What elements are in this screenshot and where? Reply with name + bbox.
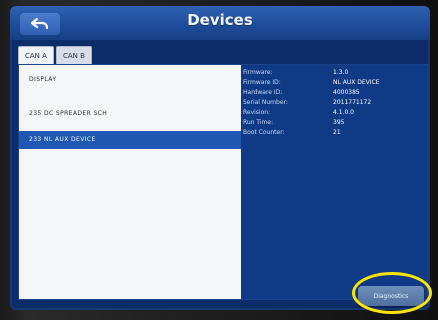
diagnostics-highlight-ring	[352, 272, 432, 314]
detail-label: Hardware ID:	[243, 89, 283, 96]
detail-row-run-time: Run Time: 395	[243, 119, 427, 129]
list-item-dc-spreader[interactable]: 235 DC SPREADER SCH	[19, 105, 241, 123]
list-item-display[interactable]: DISPLAY	[19, 71, 241, 89]
detail-row-serial-number: Serial Number: 2011771172	[243, 99, 427, 109]
detail-label: Serial Number:	[243, 99, 288, 106]
detail-label: Boot Counter:	[243, 129, 285, 136]
device-panel: DISPLAY 235 DC SPREADER SCH 233 NL AUX D…	[18, 64, 428, 300]
detail-label: Revision:	[243, 109, 271, 116]
detail-row-hardware-id: Hardware ID: 4000385	[243, 89, 427, 99]
detail-value: 2011771172	[333, 99, 372, 106]
bus-tabs: CAN A CAN B	[18, 46, 92, 65]
list-item-nl-aux-device[interactable]: 233 NL AUX DEVICE	[19, 131, 241, 149]
detail-row-firmware: Firmware: 1.3.0	[243, 69, 427, 79]
page-title: Devices	[187, 11, 253, 29]
detail-value: 21	[333, 129, 341, 136]
display-screen: Devices CAN A CAN B DISPLAY 235 DC SPREA…	[10, 6, 430, 310]
detail-label: Run Time:	[243, 119, 274, 126]
detail-value: NL AUX DEVICE	[333, 79, 380, 86]
detail-value: 1.3.0	[333, 69, 349, 76]
detail-row-firmware-id: Firmware ID: NL AUX DEVICE	[243, 79, 427, 89]
detail-value: 4.1.0.0	[333, 109, 354, 116]
detail-label: Firmware:	[243, 69, 273, 76]
detail-row-boot-counter: Boot Counter: 21	[243, 129, 427, 139]
device-list: DISPLAY 235 DC SPREADER SCH 233 NL AUX D…	[19, 65, 241, 299]
tab-can-b[interactable]: CAN B	[55, 46, 92, 65]
detail-value: 395	[333, 119, 345, 126]
tab-can-a[interactable]: CAN A	[18, 46, 54, 65]
detail-row-revision: Revision: 4.1.0.0	[243, 109, 427, 119]
title-bar: Devices	[10, 6, 430, 40]
device-details: Firmware: 1.3.0 Firmware ID: NL AUX DEVI…	[243, 69, 427, 189]
detail-value: 4000385	[333, 89, 360, 96]
detail-label: Firmware ID:	[243, 79, 281, 86]
